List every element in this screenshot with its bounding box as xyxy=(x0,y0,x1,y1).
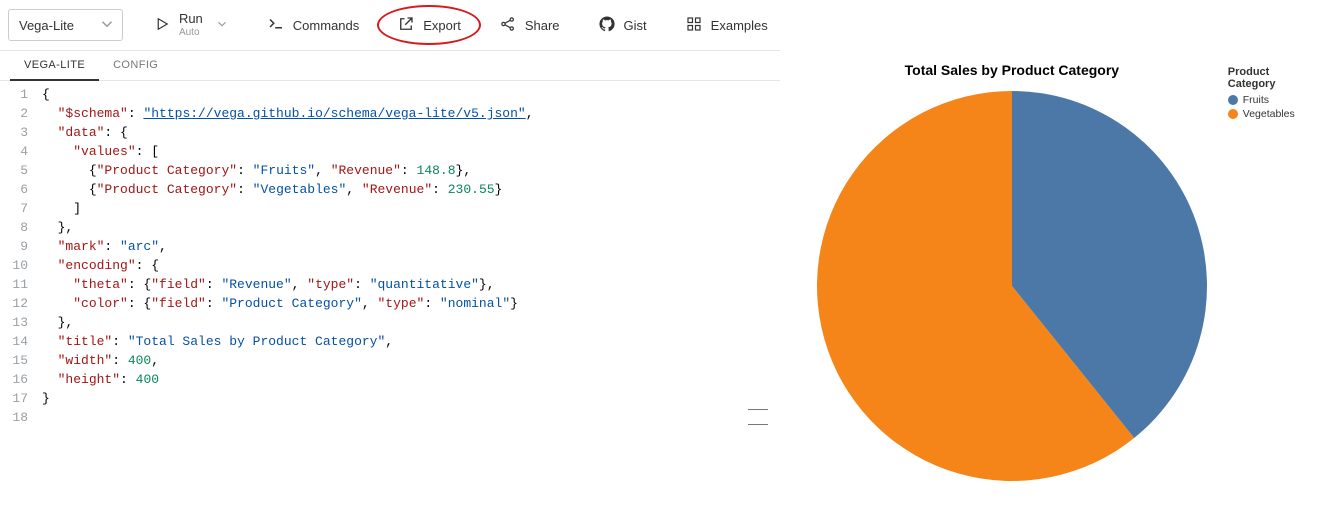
chevron-down-icon[interactable] xyxy=(215,17,229,34)
run-sub-label: Auto xyxy=(179,27,203,38)
toolbar: Vega-Lite Run Auto Commands Export S xyxy=(0,0,1329,50)
gist-label: Gist xyxy=(624,18,647,33)
legend: Product Category Fruits Vegetables xyxy=(1228,66,1317,122)
export-icon xyxy=(397,15,415,36)
play-icon xyxy=(153,15,171,36)
legend-label: Fruits xyxy=(1243,94,1269,106)
cursor-marker xyxy=(748,409,768,425)
code-editor[interactable]: 123456789101112131415161718 { "$schema":… xyxy=(0,81,780,532)
run-label: Run xyxy=(179,12,203,26)
export-label: Export xyxy=(423,18,461,33)
viz-pane: Total Sales by Product Category Product … xyxy=(780,50,1329,532)
editor-pane: VEGA-LITE CONFIG 12345678910111213141516… xyxy=(0,50,780,532)
legend-label: Vegetables xyxy=(1243,108,1295,120)
code-content[interactable]: { "$schema": "https://vega.github.io/sch… xyxy=(34,81,780,532)
share-label: Share xyxy=(525,18,560,33)
terminal-icon xyxy=(267,15,285,36)
commands-label: Commands xyxy=(293,18,359,33)
run-button[interactable]: Run Auto xyxy=(141,9,241,41)
legend-item: Vegetables xyxy=(1228,108,1317,120)
legend-title: Product Category xyxy=(1228,66,1317,90)
export-button[interactable]: Export xyxy=(385,9,473,41)
share-icon xyxy=(499,15,517,36)
grid-icon xyxy=(685,15,703,36)
chart-title: Total Sales by Product Category xyxy=(804,62,1220,78)
legend-swatch xyxy=(1228,109,1238,119)
mode-select[interactable]: Vega-Lite xyxy=(8,9,123,41)
gist-button[interactable]: Gist xyxy=(586,9,659,41)
legend-item: Fruits xyxy=(1228,94,1317,106)
legend-swatch xyxy=(1228,95,1238,105)
share-button[interactable]: Share xyxy=(487,9,572,41)
mode-select-label: Vega-Lite xyxy=(19,18,74,33)
tab-vega-lite[interactable]: VEGA-LITE xyxy=(10,51,99,81)
commands-button[interactable]: Commands xyxy=(255,9,371,41)
chevron-down-icon xyxy=(98,15,116,36)
pie-chart xyxy=(812,86,1212,486)
line-gutter: 123456789101112131415161718 xyxy=(0,81,34,532)
editor-tabs: VEGA-LITE CONFIG xyxy=(0,51,780,81)
tab-config[interactable]: CONFIG xyxy=(99,51,172,80)
examples-button[interactable]: Examples xyxy=(673,9,780,41)
github-icon xyxy=(598,15,616,36)
examples-label: Examples xyxy=(711,18,768,33)
